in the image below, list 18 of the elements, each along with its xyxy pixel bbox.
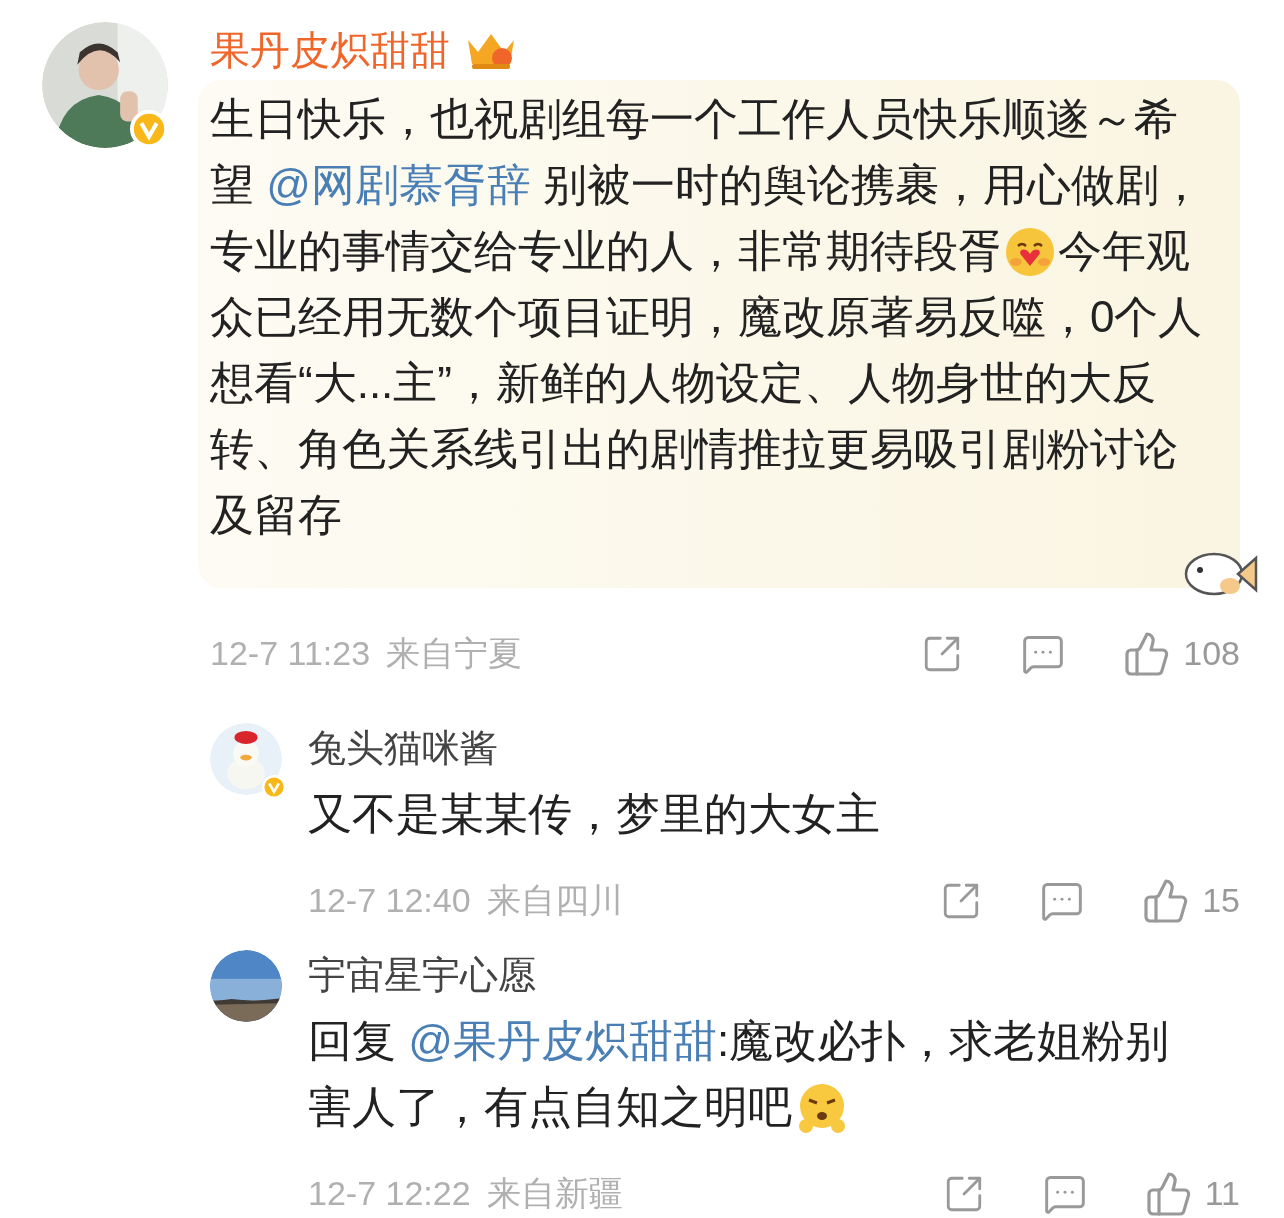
comment-time: 12-7 11:23 <box>210 633 371 674</box>
mention-link[interactable]: @网剧慕胥辞 <box>266 160 531 209</box>
comment-text: 又不是某某传，梦里的大女主 <box>308 788 881 840</box>
comment-text: 生日快乐，也祝剧组每一个工作人员快乐顺遂～希望 @网剧慕胥辞 别被一时的舆论携裹，用心做剧，专业的事情交给专业的人，非常期待段胥 今年观众已经用无数个项目证明，魔改原著易反噬，0个人想看“大...主”，新鲜的人物设定、人物身世的大反转、角色关系线引出的剧情推拉更易吸引剧粉讨论及留存 <box>210 93 1205 541</box>
comment-location: 来自宁夏 <box>386 633 523 674</box>
author-name[interactable]: 宇宙星宇心愿 <box>308 946 536 1004</box>
comment-time: 12-7 12:40 <box>308 880 471 921</box>
emoji-icon <box>1004 226 1056 278</box>
comment-text: 回复 @果丹皮炽甜甜:魔改必扑，求老姐粉别害人了，有点自知之明吧 <box>308 1008 1183 1140</box>
like-button[interactable]: 108 <box>1123 628 1240 679</box>
like-button[interactable]: 11 <box>1144 1168 1240 1218</box>
mention-link[interactable]: @果丹皮炽甜甜 <box>408 1016 717 1065</box>
author-name[interactable]: 果丹皮炽甜甜 <box>210 20 450 80</box>
like-button[interactable]: 15 <box>1142 875 1240 926</box>
comment-location: 来自新疆 <box>486 1173 623 1214</box>
comment-time: 12-7 12:22 <box>308 1173 471 1214</box>
comment-location: 来自四川 <box>486 880 623 921</box>
author-name[interactable]: 兔头猫咪酱 <box>308 719 498 777</box>
